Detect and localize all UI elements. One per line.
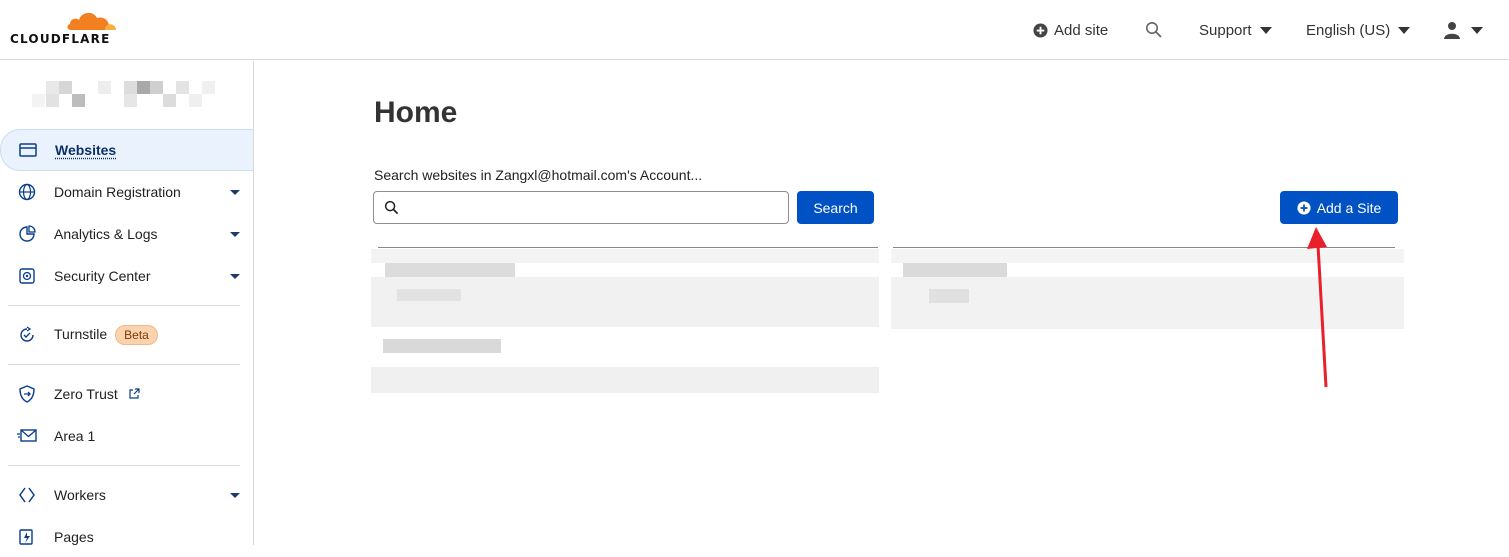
add-site-link[interactable]: Add site (1033, 0, 1108, 60)
pages-icon (17, 527, 37, 547)
search-button-label: Search (813, 199, 858, 216)
beta-badge: Beta (115, 325, 158, 345)
sidebar-item-label: Pages (54, 529, 94, 545)
sidebar-item-label: Websites (55, 142, 117, 158)
account-name-redacted[interactable] (32, 81, 250, 109)
brand-wordmark: CLOUDFLARE (10, 32, 111, 46)
chevron-down-icon (1398, 26, 1411, 34)
search-button[interactable]: Search (797, 191, 874, 224)
sidebar-item-area-1[interactable]: Area 1 (0, 416, 253, 456)
search-icon (1146, 22, 1162, 38)
sidebar-divider (8, 305, 240, 306)
sidebar-item-label: Security Center (54, 268, 151, 284)
search-label: Search websites in Zangxl@hotmail.com's … (374, 167, 703, 183)
chevron-down-icon (230, 190, 240, 195)
sidebar-item-turnstile[interactable]: Turnstile Beta (0, 315, 253, 355)
user-menu[interactable] (1443, 0, 1483, 60)
external-link-icon (129, 388, 140, 399)
add-a-site-button[interactable]: Add a Site (1280, 191, 1398, 224)
mail-icon (17, 426, 37, 446)
search-field[interactable] (373, 191, 789, 224)
chevron-down-icon (230, 232, 240, 237)
sidebar: Websites Domain Registration Analytics &… (0, 61, 254, 545)
top-bar: CLOUDFLARE Add site Support English (US) (0, 0, 1509, 60)
turnstile-icon (17, 325, 37, 345)
sidebar-divider (8, 364, 240, 365)
chevron-down-icon (230, 274, 240, 279)
sidebar-item-security-center[interactable]: Security Center (0, 256, 253, 296)
sidebar-item-label: Domain Registration (54, 184, 181, 200)
page-title: Home (374, 96, 458, 129)
sidebar-item-pages[interactable]: Pages (0, 517, 253, 557)
chevron-down-icon (1471, 26, 1483, 34)
sidebar-item-domain-registration[interactable]: Domain Registration (0, 172, 253, 212)
pie-chart-icon (17, 224, 37, 244)
sidebar-item-label: Zero Trust (54, 386, 140, 402)
add-a-site-label: Add a Site (1316, 199, 1382, 216)
cloudflare-logo[interactable]: CLOUDFLARE (10, 8, 120, 48)
language-dropdown[interactable]: English (US) (1306, 0, 1411, 60)
chevron-down-icon (230, 493, 240, 498)
sidebar-item-label: Analytics & Logs (54, 226, 158, 242)
site-card-top-border (378, 247, 878, 248)
sidebar-item-label: Workers (54, 487, 106, 503)
sidebar-item-websites[interactable]: Websites (0, 129, 253, 171)
search-button[interactable] (1145, 0, 1163, 60)
shield-icon (17, 384, 37, 404)
sidebar-item-workers[interactable]: Workers (0, 475, 253, 515)
sidebar-item-label: Area 1 (54, 428, 96, 444)
sidebar-item-zero-trust[interactable]: Zero Trust (0, 374, 253, 414)
user-icon (1444, 22, 1460, 39)
plus-circle-icon (1033, 22, 1048, 38)
chevron-down-icon (1259, 26, 1272, 34)
zero-trust-label: Zero Trust (54, 386, 118, 402)
globe-icon (17, 182, 37, 202)
search-input[interactable] (404, 192, 784, 223)
support-label: Support (1199, 21, 1252, 39)
search-icon (384, 200, 399, 215)
sidebar-divider (8, 465, 240, 466)
support-dropdown[interactable]: Support (1199, 0, 1272, 60)
sidebar-item-analytics-logs[interactable]: Analytics & Logs (0, 214, 253, 254)
browser-window-icon (18, 140, 38, 160)
language-label: English (US) (1306, 21, 1391, 39)
add-site-label: Add site (1054, 21, 1109, 39)
site-card-redacted[interactable] (371, 249, 879, 393)
shield-target-icon (17, 266, 37, 286)
plus-circle-icon (1297, 200, 1311, 215)
turnstile-label: Turnstile (54, 326, 108, 342)
cloud-logo-icon (67, 12, 116, 30)
workers-icon (17, 485, 37, 505)
annotation-arrow-icon (1307, 227, 1328, 388)
sidebar-item-label: Turnstile Beta (54, 325, 158, 345)
